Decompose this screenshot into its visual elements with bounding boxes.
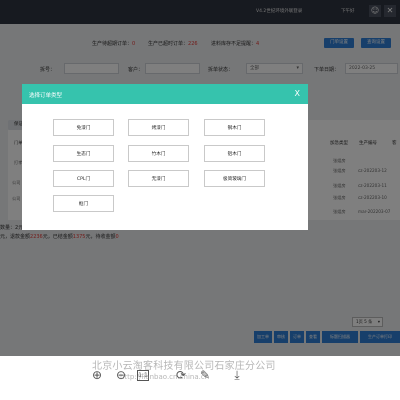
close-icon[interactable]: X: [295, 89, 300, 98]
watermark-company: 北京小云淘客科技有限公司石家庄分公司: [92, 361, 276, 372]
type-button-zhumu[interactable]: 竹木门: [128, 145, 189, 162]
order-type-dialog: 选择订单类型 X 免漆门 烤漆门 钢木门 生态门 竹木门 铝木门 CPL门 无漆…: [22, 84, 308, 230]
type-button-mianqi[interactable]: 免漆门: [53, 119, 114, 136]
type-button-jijian-glass[interactable]: 极简玻璃门: [204, 170, 265, 187]
app-window: V4.2世纪环境外联登录 下午好 ☺ ✕ 生产待超期订单：0 生产已超时订单：2…: [0, 0, 400, 356]
dialog-title: 选择订单类型: [29, 93, 63, 99]
dialog-header: 选择订单类型 X: [22, 84, 308, 104]
type-button-cpl[interactable]: CPL门: [53, 170, 114, 187]
type-button-wuqi[interactable]: 无漆门: [128, 170, 189, 187]
type-button-gangmu[interactable]: 钢木门: [204, 119, 265, 136]
type-button-kuang[interactable]: 框门: [53, 195, 114, 212]
type-button-shengtai[interactable]: 生态门: [53, 145, 114, 162]
type-button-lvmu[interactable]: 铝木门: [204, 145, 265, 162]
type-button-kaoqi[interactable]: 烤漆门: [128, 119, 189, 136]
watermark-url: http://lianbao.cn.china.cn: [120, 373, 210, 381]
